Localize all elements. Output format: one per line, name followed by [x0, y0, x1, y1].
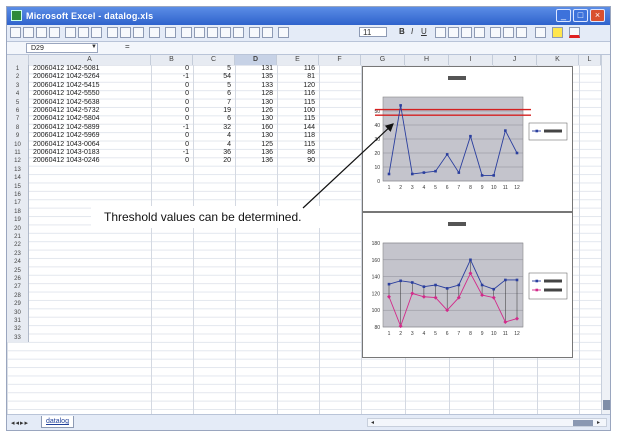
scroll-left-icon[interactable]: ◂ — [371, 419, 374, 427]
sheet-navigation-icon[interactable]: ◂◂▸▸ — [11, 419, 29, 427]
sheet-tab-datalog[interactable]: datalog — [41, 416, 74, 428]
sheet-tab-bar: ◂◂▸▸ datalog ◂ ▸ — [7, 414, 610, 430]
excel-window: Microsoft Excel - datalog.xls _ □ × 11 B… — [6, 6, 611, 431]
annotation-arrow-line — [302, 123, 394, 209]
annotation-arrow — [302, 123, 394, 209]
scroll-right-icon[interactable]: ▸ — [597, 419, 600, 427]
horizontal-scrollbar[interactable]: ◂ ▸ — [367, 418, 607, 427]
horizontal-scroll-thumb[interactable] — [573, 420, 593, 426]
